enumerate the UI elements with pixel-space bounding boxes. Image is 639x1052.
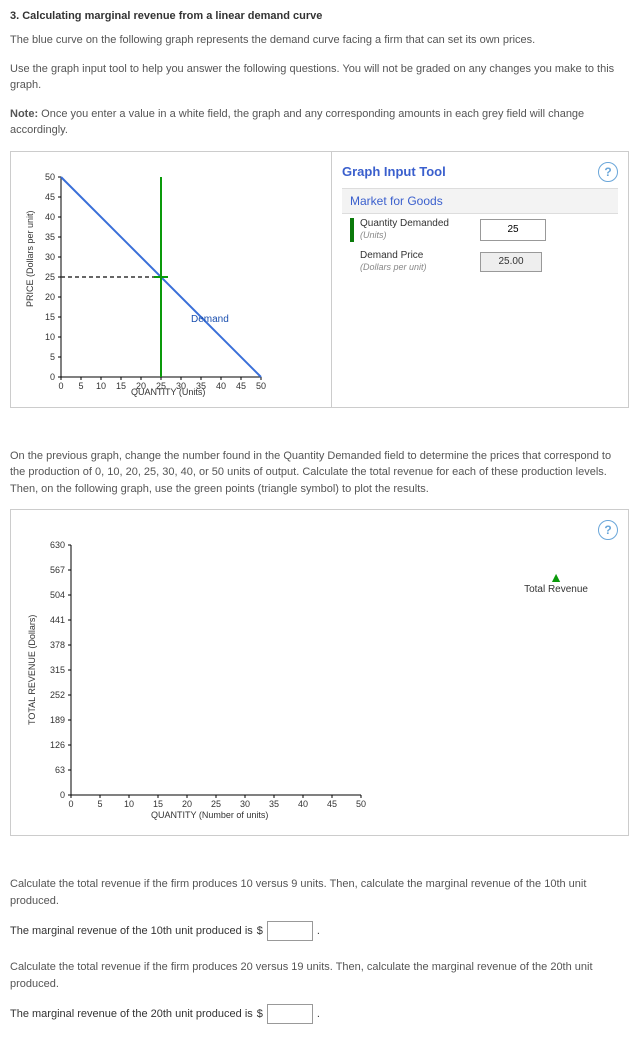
svg-text:45: 45 (327, 799, 337, 809)
demand-price-output: 25.00 (480, 252, 542, 272)
qty-demanded-input[interactable] (480, 219, 546, 241)
revenue-chart[interactable]: 0 63 126 189 252 315 378 441 504 567 630 0 5 10 15 20 2… (21, 525, 401, 825)
svg-text:0: 0 (58, 381, 63, 391)
q2-input[interactable] (267, 1004, 313, 1024)
q2-answer-line: The marginal revenue of the 20th unit pr… (10, 1004, 629, 1024)
svg-text:45: 45 (45, 192, 55, 202)
q2-prompt: Calculate the total revenue if the firm … (10, 959, 629, 992)
q1-answer-line: The marginal revenue of the 10th unit pr… (10, 921, 629, 941)
svg-text:25: 25 (211, 799, 221, 809)
help-icon[interactable]: ? (598, 520, 618, 540)
intro-text-1: The blue curve on the following graph re… (10, 32, 629, 49)
chart1-ylabel: PRICE (Dollars per unit) (25, 210, 35, 307)
svg-text:5: 5 (97, 799, 102, 809)
svg-text:30: 30 (45, 252, 55, 262)
svg-text:10: 10 (96, 381, 106, 391)
graph-input-tool-title: Graph Input Tool (342, 164, 446, 179)
svg-text:40: 40 (45, 212, 55, 222)
svg-text:378: 378 (50, 640, 65, 650)
intro-text-2: Use the graph input tool to help you ans… (10, 61, 629, 94)
svg-text:35: 35 (269, 799, 279, 809)
svg-text:10: 10 (124, 799, 134, 809)
q1-prompt: Calculate the total revenue if the firm … (10, 876, 629, 909)
series-marker-icon (350, 218, 354, 242)
chart1-xlabel: QUANTITY (Units) (131, 387, 205, 397)
market-section-header: Market for Goods (342, 188, 618, 214)
demand-chart[interactable]: 05101520253035404550 0510152025303540455… (21, 167, 281, 397)
svg-text:30: 30 (240, 799, 250, 809)
svg-text:504: 504 (50, 590, 65, 600)
svg-text:10: 10 (45, 332, 55, 342)
svg-text:252: 252 (50, 690, 65, 700)
graph-panel-1: 05101520253035404550 0510152025303540455… (10, 151, 629, 408)
svg-text:0: 0 (60, 790, 65, 800)
note-body: Once you enter a value in a white field,… (10, 108, 584, 137)
svg-text:50: 50 (356, 799, 366, 809)
question-title: 3. Calculating marginal revenue from a l… (10, 10, 629, 22)
svg-text:315: 315 (50, 665, 65, 675)
svg-text:40: 40 (298, 799, 308, 809)
chart2-xlabel: QUANTITY (Number of units) (151, 810, 268, 820)
svg-text:441: 441 (50, 615, 65, 625)
svg-text:189: 189 (50, 715, 65, 725)
svg-text:5: 5 (78, 381, 83, 391)
graph-panel-2: ? ▲ Total Revenue 0 63 126 189 252 315 378 441 5… (10, 509, 629, 836)
svg-text:50: 50 (256, 381, 266, 391)
svg-text:20: 20 (45, 292, 55, 302)
qty-demanded-label: Quantity Demanded (Units) (360, 218, 480, 242)
svg-text:630: 630 (50, 540, 65, 550)
q1-input[interactable] (267, 921, 313, 941)
legend-label: Total Revenue (524, 584, 588, 595)
svg-text:40: 40 (216, 381, 226, 391)
demand-series-label: Demand (191, 314, 229, 325)
svg-text:25: 25 (45, 272, 55, 282)
svg-text:126: 126 (50, 740, 65, 750)
total-revenue-legend[interactable]: ▲ Total Revenue (524, 570, 588, 595)
svg-text:35: 35 (45, 232, 55, 242)
svg-text:63: 63 (55, 765, 65, 775)
svg-text:15: 15 (116, 381, 126, 391)
svg-text:15: 15 (45, 312, 55, 322)
triangle-icon: ▲ (524, 570, 588, 584)
svg-text:50: 50 (45, 172, 55, 182)
svg-text:20: 20 (182, 799, 192, 809)
svg-text:15: 15 (153, 799, 163, 809)
svg-text:0: 0 (50, 372, 55, 382)
chart2-ylabel: TOTAL REVENUE (Dollars) (27, 615, 37, 725)
svg-text:0: 0 (68, 799, 73, 809)
svg-text:45: 45 (236, 381, 246, 391)
help-icon[interactable]: ? (598, 162, 618, 182)
mid-instruction: On the previous graph, change the number… (10, 448, 629, 498)
note-text: Note: Once you enter a value in a white … (10, 106, 629, 139)
note-label: Note: (10, 108, 38, 120)
svg-text:5: 5 (50, 352, 55, 362)
svg-text:567: 567 (50, 565, 65, 575)
demand-price-label: Demand Price (Dollars per unit) (360, 250, 480, 274)
